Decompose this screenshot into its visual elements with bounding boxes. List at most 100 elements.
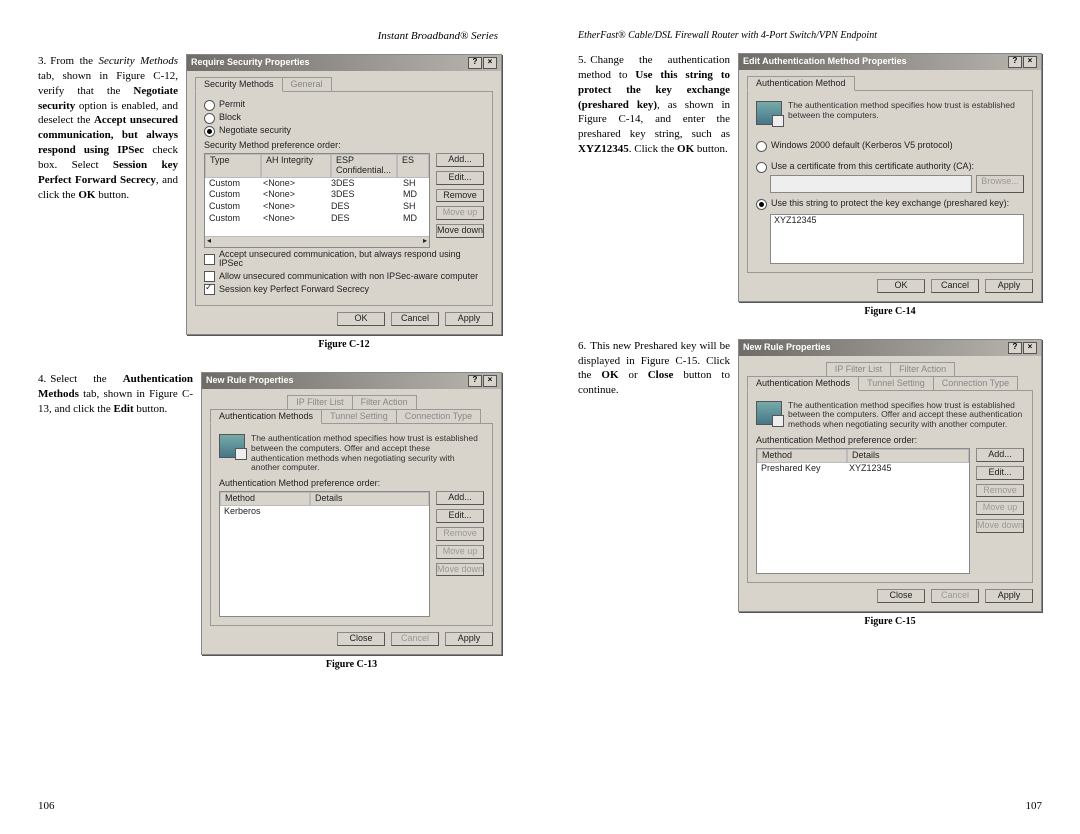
page-number-left: 106 [38,800,55,812]
check-allow-nonipsec[interactable]: Allow unsecured communication with non I… [204,271,484,282]
figure-c13-block: New Rule Properties ? × IP Filter List F… [201,372,502,678]
radio-negotiate[interactable]: Negotiate security [204,126,484,137]
figure-c15-caption: Figure C-15 [738,616,1042,627]
step-3-text: 3.From the Security Methods tab, shown i… [38,54,178,358]
help-icon[interactable]: ? [1008,342,1022,354]
auth-methods-list[interactable]: Method Details Preshared KeyXYZ12345 [756,448,970,574]
edit-button[interactable]: Edit... [436,509,484,523]
tab-tunnel[interactable]: Tunnel Setting [858,376,934,391]
dialog-title: Require Security Properties ? × [187,55,501,71]
close-icon[interactable]: × [483,57,497,69]
ca-path-field[interactable] [770,175,972,193]
step-5: 5.Change the authentication method to Us… [578,53,1042,325]
tab-filter-action[interactable]: Filter Action [890,362,955,377]
table-row: Custom<None>DESSH [205,201,429,213]
close-icon[interactable]: × [1023,342,1037,354]
move-down-button[interactable]: Move down [436,224,484,238]
radio-preshared[interactable]: Use this string to protect the key excha… [756,199,1024,210]
figure-c15-block: New Rule Properties ? × IP Filter List F… [738,339,1042,635]
pref-order-label: Security Method preference order: [204,141,484,151]
tab-conn-type[interactable]: Connection Type [933,376,1018,391]
page-right: EtherFast® Cable/DSL Firewall Router wit… [540,0,1080,834]
add-button[interactable]: Add... [976,448,1024,462]
auth-methods-list[interactable]: Method Details Kerberos [219,491,430,617]
apply-button[interactable]: Apply [445,312,493,326]
header-left: Instant Broadband® Series [38,30,502,42]
move-down-button[interactable]: Move down [436,563,484,577]
edit-button[interactable]: Edit... [436,171,484,185]
cancel-button[interactable]: Cancel [931,279,979,293]
cancel-button[interactable]: Cancel [391,632,439,646]
move-down-button[interactable]: Move down [976,519,1024,533]
page-left: Instant Broadband® Series 3.From the Sec… [0,0,540,834]
tab-ip-filter[interactable]: IP Filter List [826,362,891,377]
step-4-text: 4.Select the Authentication Methods tab,… [38,372,193,678]
tab-security-methods[interactable]: Security Methods [195,77,283,92]
table-row: Custom<None>DESMD [205,213,429,225]
dialog-new-rule-c15: New Rule Properties ? × IP Filter List F… [738,339,1042,612]
tab-auth-method[interactable]: Authentication Method [747,76,855,91]
preshared-key-field[interactable]: XYZ12345 [770,214,1024,264]
table-row: Preshared KeyXYZ12345 [757,463,969,475]
close-button[interactable]: Close [877,589,925,603]
radio-certificate[interactable]: Use a certificate from this certificate … [756,162,1024,173]
tab-tunnel[interactable]: Tunnel Setting [321,409,397,424]
step-3-num: 3. [38,55,46,67]
table-row: Kerberos [220,506,429,518]
help-icon[interactable]: ? [468,57,482,69]
dialog-require-security: Require Security Properties ? × Security… [186,54,502,335]
apply-button[interactable]: Apply [985,279,1033,293]
dialog-edit-auth-method: Edit Authentication Method Properties ? … [738,53,1042,302]
radio-permit[interactable]: Permit [204,100,484,111]
remove-button[interactable]: Remove [436,527,484,541]
close-icon[interactable]: × [483,375,497,387]
security-methods-list[interactable]: Type AH Integrity ESP Confidential... ES… [204,153,430,248]
tab-filter-action[interactable]: Filter Action [352,395,417,410]
close-icon[interactable]: × [1023,56,1037,68]
edit-button[interactable]: Edit... [976,466,1024,480]
figure-c12-block: Require Security Properties ? × Security… [186,54,502,358]
page-spread: Instant Broadband® Series 3.From the Sec… [0,0,1080,834]
header-right: EtherFast® Cable/DSL Firewall Router wit… [578,30,1042,41]
figure-c14-block: Edit Authentication Method Properties ? … [738,53,1042,325]
tab-auth-methods[interactable]: Authentication Methods [210,409,322,424]
figure-c12-caption: Figure C-12 [186,339,502,350]
check-accept-unsecured[interactable]: Accept unsecured communication, but alwa… [204,250,484,270]
radio-kerberos[interactable]: Windows 2000 default (Kerberos V5 protoc… [756,141,1024,152]
step-3: 3.From the Security Methods tab, shown i… [38,54,502,358]
move-up-button[interactable]: Move up [436,545,484,559]
step-6: 6.This new Preshared key will be display… [578,339,1042,635]
ok-button[interactable]: OK [337,312,385,326]
apply-button[interactable]: Apply [985,589,1033,603]
move-up-button[interactable]: Move up [436,206,484,220]
step-6-text: 6.This new Preshared key will be display… [578,339,730,635]
step-5-text: 5.Change the authentication method to Us… [578,53,730,325]
cancel-button[interactable]: Cancel [931,589,979,603]
apply-button[interactable]: Apply [445,632,493,646]
help-icon[interactable]: ? [1008,56,1022,68]
add-button[interactable]: Add... [436,153,484,167]
help-icon[interactable]: ? [468,375,482,387]
tab-ip-filter[interactable]: IP Filter List [287,395,352,410]
tab-auth-methods[interactable]: Authentication Methods [747,376,859,391]
remove-button[interactable]: Remove [976,484,1024,498]
cancel-button[interactable]: Cancel [391,312,439,326]
radio-block[interactable]: Block [204,113,484,124]
tab-conn-type[interactable]: Connection Type [396,409,481,424]
close-button[interactable]: Close [337,632,385,646]
auth-icon [219,434,245,458]
move-up-button[interactable]: Move up [976,501,1024,515]
page-number-right: 107 [1026,800,1043,812]
remove-button[interactable]: Remove [436,189,484,203]
add-button[interactable]: Add... [436,491,484,505]
tab-general[interactable]: General [282,77,332,92]
dialog-new-rule-c13: New Rule Properties ? × IP Filter List F… [201,372,502,655]
step-4: 4.Select the Authentication Methods tab,… [38,372,502,678]
table-row: Custom<None>3DESMD [205,189,429,201]
browse-button[interactable]: Browse... [976,175,1024,193]
figure-c14-caption: Figure C-14 [738,306,1042,317]
check-pfs[interactable]: Session key Perfect Forward Secrecy [204,284,484,295]
auth-icon [756,401,782,425]
table-row: Custom<None>3DESSH [205,178,429,190]
ok-button[interactable]: OK [877,279,925,293]
